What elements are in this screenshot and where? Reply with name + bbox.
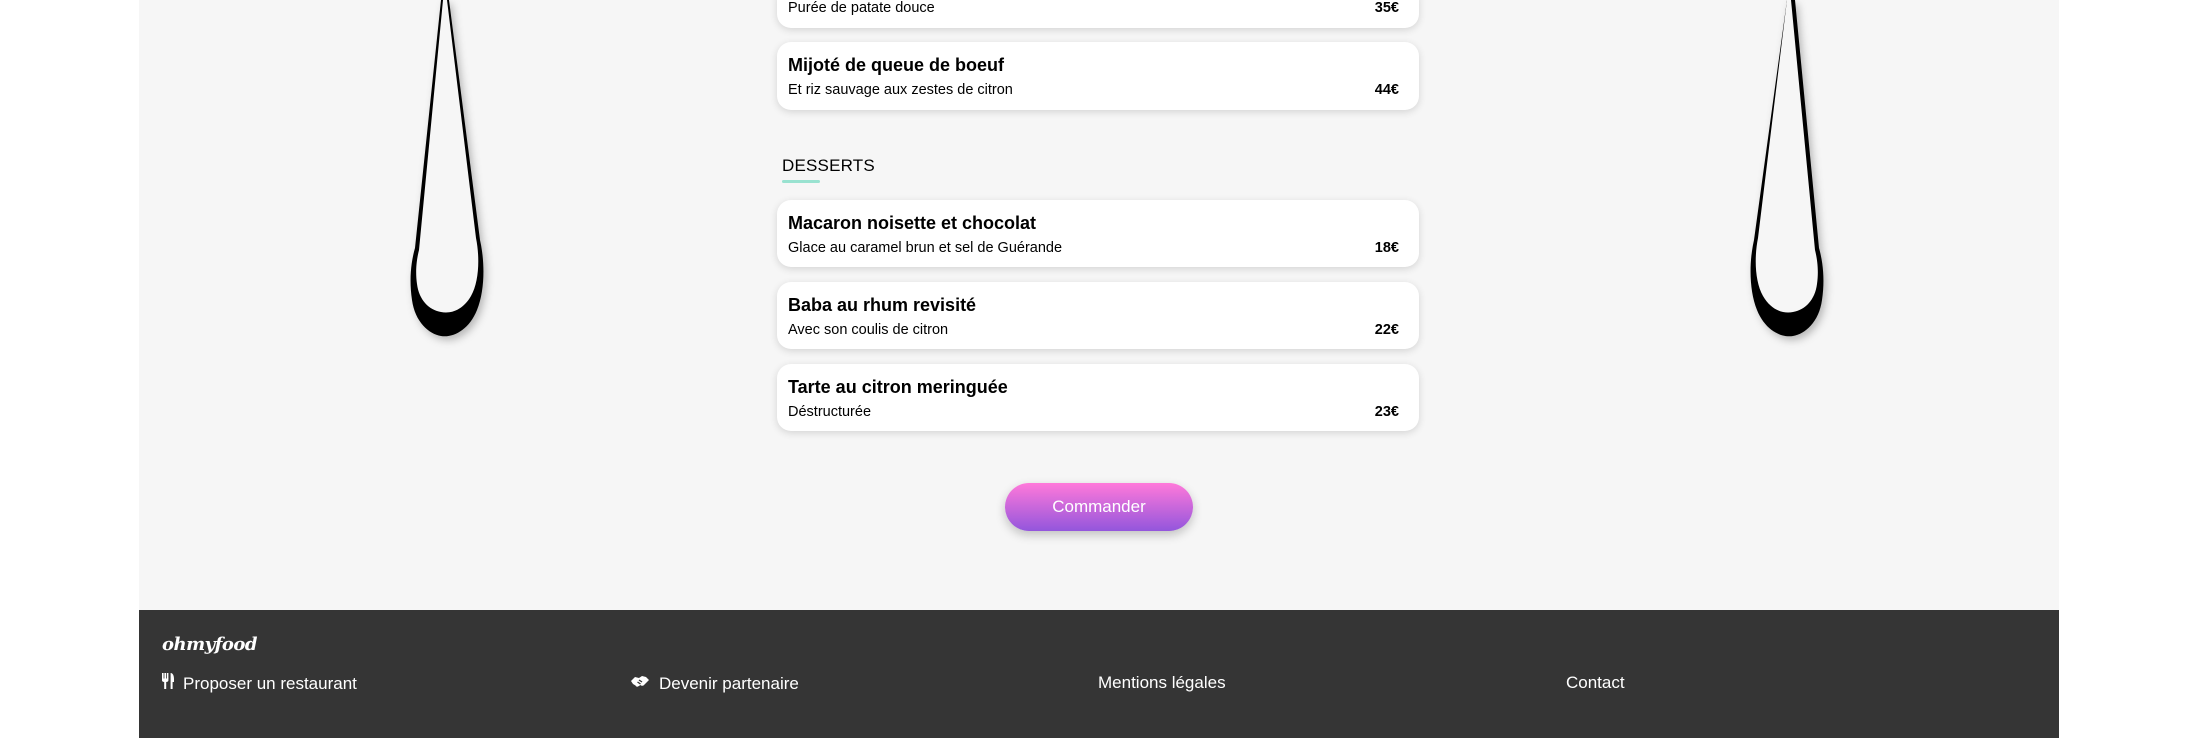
dish-card[interactable]: Macaron noisette et chocolat Glace au ca… [777,200,1419,267]
dish-description: Avec son coulis de citron [788,322,949,338]
dish-description: Purée de patate douce [788,0,935,16]
dish-name: Tarte au citron meringuée [788,377,1008,397]
section-title-desserts: DESSERTS [782,156,875,175]
dish-card[interactable]: Baba au rhum revisité Avec son coulis de… [777,282,1419,349]
dish-description: Déstructurée [788,404,872,420]
page: Purée de patate douce 35€ Mijoté de queu… [139,0,2059,738]
legal-notice-link[interactable]: Mentions légales [1098,673,1226,693]
become-partner-label: Devenir partenaire [659,673,799,693]
footer-logo[interactable]: ohmyfood [162,634,257,655]
dish-name: Baba au rhum revisité [788,295,977,315]
become-partner-link[interactable]: Devenir partenaire [630,673,799,694]
propose-restaurant-link[interactable]: Proposer un restaurant [162,673,357,694]
dish-price: 22€ [1374,322,1399,338]
contact-link[interactable]: Contact [1566,673,1625,693]
order-button[interactable]: Commander [1005,483,1193,531]
contact-label: Contact [1566,673,1625,692]
legal-notice-label: Mentions légales [1098,673,1226,692]
propose-restaurant-label: Proposer un restaurant [183,673,357,693]
dish-name: Macaron noisette et chocolat [788,213,1037,233]
dish-card[interactable]: Mijoté de queue de boeuf Et riz sauvage … [777,42,1419,110]
section-title-underline [782,180,820,183]
dish-price: 23€ [1374,404,1399,420]
dish-card[interactable]: Tarte au citron meringuée Déstructurée 2… [777,364,1419,431]
dish-description: Glace au caramel brun et sel de Guérande [788,240,1063,256]
utensils-icon [162,673,174,694]
dish-price: 35€ [1374,0,1399,16]
handshake-icon [630,673,650,694]
dish-description: Et riz sauvage aux zestes de citron [788,82,1013,98]
spoon-illustration-right [1697,0,1827,350]
dish-card: Purée de patate douce 35€ [777,0,1419,28]
dish-price: 44€ [1374,82,1399,98]
footer: ohmyfood Proposer un restaurant Devenir … [139,610,2059,738]
dish-name: Mijoté de queue de boeuf [788,55,1005,75]
dish-price: 18€ [1374,240,1399,256]
spoon-illustration-left [407,0,537,350]
